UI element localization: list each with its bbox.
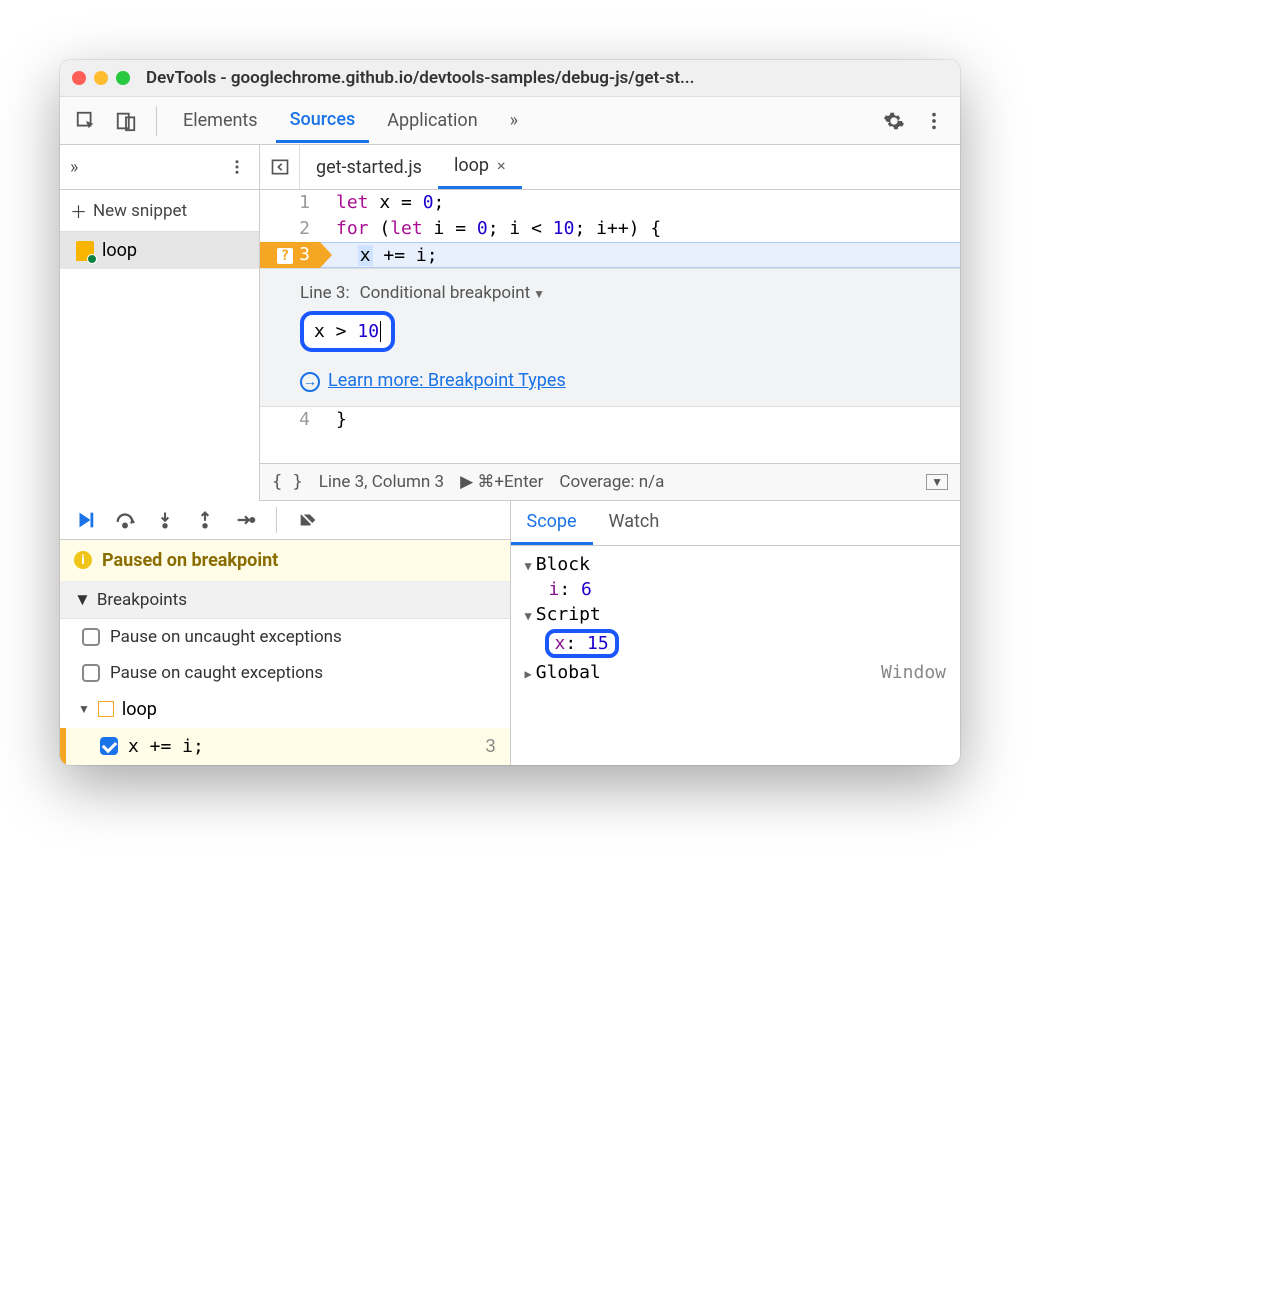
editor-statusbar: { } Line 3, Column 3 ▶ ⌘+Enter Coverage:… [260, 463, 960, 501]
tab-sources[interactable]: Sources [276, 99, 370, 143]
main-tabbar: Elements Sources Application » [60, 97, 960, 145]
chevron-down-icon: ▼ [525, 559, 532, 573]
resume-icon[interactable] [72, 507, 98, 533]
tab-scope[interactable]: Scope [511, 501, 593, 545]
new-snippet-button[interactable]: ＋ New snippet [60, 190, 259, 232]
divider [276, 507, 277, 533]
scope-global[interactable]: ▶Global Window [521, 660, 951, 685]
line-number[interactable]: 4 [260, 407, 320, 433]
deactivate-breakpoints-icon[interactable] [295, 507, 321, 533]
tab-application[interactable]: Application [373, 100, 491, 141]
divider [156, 106, 157, 136]
bp-condition-input[interactable]: x > 10 [300, 311, 395, 352]
close-window-button[interactable] [72, 71, 86, 85]
zoom-window-button[interactable] [116, 71, 130, 85]
line-number[interactable]: 2 [260, 216, 320, 242]
device-toolbar-icon[interactable] [108, 103, 144, 139]
paused-banner: i Paused on breakpoint [60, 540, 510, 582]
scope-block[interactable]: ▼Block [521, 552, 951, 577]
new-snippet-label: New snippet [93, 201, 187, 221]
gutter[interactable]: 1 2 ?3 [260, 190, 320, 268]
checkbox-icon [82, 664, 100, 682]
navigator-menu-icon[interactable] [225, 149, 249, 185]
kebab-menu-icon[interactable] [916, 103, 952, 139]
debugger-right: Scope Watch ▼Block i: 6 ▼Script x: 15 ▶G… [511, 501, 961, 765]
checkbox-icon [82, 628, 100, 646]
code-editor: 1 2 ?3 let x = 0; for (let i = 0; i < 10… [260, 190, 960, 501]
close-tab-icon[interactable]: × [497, 156, 506, 175]
cursor-position: Line 3, Column 3 [319, 472, 444, 492]
sidebar-item-loop[interactable]: loop [60, 232, 259, 269]
navigator-header: » [60, 145, 260, 189]
tab-watch[interactable]: Watch [593, 501, 676, 545]
bp-type-dropdown[interactable]: Conditional breakpoint [360, 283, 545, 303]
info-icon: i [74, 551, 92, 569]
breakpoints-section-header[interactable]: ▼ Breakpoints [60, 582, 510, 619]
current-execution-line: x += i; [320, 242, 960, 268]
traffic-lights [72, 71, 130, 85]
settings-gear-icon[interactable] [876, 103, 912, 139]
titlebar: DevTools - googlechrome.github.io/devtoo… [60, 60, 960, 97]
arrow-right-circle-icon: → [300, 372, 320, 392]
file-tab-label: loop [454, 155, 489, 176]
scope-script[interactable]: ▼Script [521, 602, 951, 627]
line-number[interactable]: 1 [260, 190, 320, 216]
snippet-file-outline-icon [98, 701, 114, 717]
checkbox-checked-icon[interactable] [100, 737, 118, 755]
devtools-window: DevTools - googlechrome.github.io/devtoo… [60, 60, 960, 765]
scope-var-x: x: 15 [521, 627, 951, 660]
scope-tabs: Scope Watch [511, 501, 961, 546]
scope-var-i: i: 6 [521, 577, 951, 602]
step-icon[interactable] [232, 507, 258, 533]
breakpoint-line-row[interactable]: x += i; 3 [60, 728, 510, 765]
pause-uncaught-checkbox[interactable]: Pause on uncaught exceptions [60, 619, 510, 655]
step-out-icon[interactable] [192, 507, 218, 533]
collapse-panel-icon[interactable]: ▼ [926, 474, 948, 490]
minimize-window-button[interactable] [94, 71, 108, 85]
plus-icon: ＋ [70, 198, 87, 223]
nav-back-icon[interactable] [260, 145, 300, 189]
chevron-right-icon: ▶ [525, 667, 532, 681]
file-tab-get-started[interactable]: get-started.js [300, 147, 438, 188]
coverage-status: Coverage: n/a [559, 472, 664, 492]
learn-more-link[interactable]: Learn more: Breakpoint Types [328, 370, 566, 391]
sidebar-item-label: loop [102, 240, 137, 261]
run-snippet-hint[interactable]: ▶ ⌘+Enter [460, 472, 543, 492]
step-over-icon[interactable] [112, 507, 138, 533]
body: ＋ New snippet loop 1 2 ?3 let x = 0; [60, 190, 960, 501]
window-title: DevTools - googlechrome.github.io/devtoo… [146, 68, 694, 88]
line-number-breakpoint[interactable]: ?3 [260, 242, 320, 268]
snippet-file-icon [76, 241, 94, 261]
chevron-down-icon: ▼ [525, 609, 532, 623]
pretty-print-icon[interactable]: { } [272, 472, 303, 492]
navigator-more[interactable]: » [70, 157, 78, 178]
breakpoint-line-number: 3 [485, 736, 495, 757]
sub-header: » get-started.js loop × [60, 145, 960, 190]
tab-elements[interactable]: Elements [169, 100, 272, 141]
file-tab-label: get-started.js [316, 157, 422, 178]
step-into-icon[interactable] [152, 507, 178, 533]
debugger-panel: i Paused on breakpoint ▼ Breakpoints Pau… [60, 501, 960, 765]
pause-caught-checkbox[interactable]: Pause on caught exceptions [60, 655, 510, 691]
learn-more-row: → Learn more: Breakpoint Types [300, 370, 942, 392]
tab-more[interactable]: » [496, 100, 532, 141]
breakpoint-file-row[interactable]: ▼ loop [60, 691, 510, 728]
inspect-element-icon[interactable] [68, 103, 104, 139]
file-tab-loop[interactable]: loop × [438, 145, 522, 189]
debugger-toolbar [60, 501, 510, 540]
paused-text: Paused on breakpoint [102, 550, 278, 571]
bp-line-label: Line 3: [300, 283, 350, 303]
chevron-down-icon: ▼ [78, 702, 90, 716]
conditional-breakpoint-icon: ? [277, 248, 293, 264]
breakpoint-editor: Line 3: Conditional breakpoint x > 10 → L… [260, 268, 960, 407]
sidebar: ＋ New snippet loop [60, 190, 260, 501]
code-body[interactable]: let x = 0; for (let i = 0; i < 10; i++) … [320, 190, 960, 268]
chevron-down-icon: ▼ [74, 590, 91, 610]
debugger-left: i Paused on breakpoint ▼ Breakpoints Pau… [60, 501, 511, 765]
file-tabs: get-started.js loop × [260, 145, 960, 189]
scope-body: ▼Block i: 6 ▼Script x: 15 ▶Global Window [511, 546, 961, 691]
